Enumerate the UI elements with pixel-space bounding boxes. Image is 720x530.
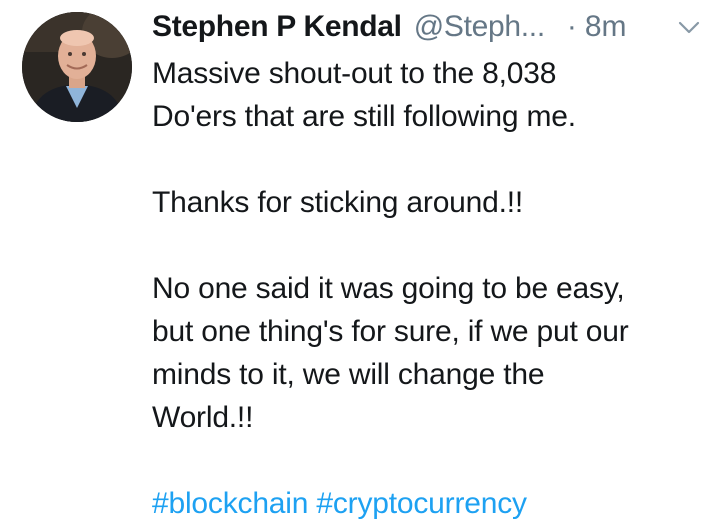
hashtag-link[interactable]: #cryptocurrency (316, 487, 527, 520)
chevron-down-icon[interactable] (677, 18, 701, 38)
author-handle[interactable]: @Steph... (414, 4, 545, 50)
author-name[interactable]: Stephen P Kendal (152, 4, 402, 50)
hashtag-list: #blockchain #cryptocurrency (152, 482, 712, 525)
tweet-paragraph: Massive shout-out to the 8,038 Do'ers th… (152, 57, 576, 133)
tweet-timestamp[interactable]: 8m (585, 4, 627, 50)
author-avatar[interactable] (22, 12, 132, 122)
tweet-content: Stephen P Kendal @Steph... · 8m Massive … (152, 4, 712, 525)
tweet-paragraph: Thanks for sticking around.!! (152, 186, 524, 219)
separator-dot: · (566, 10, 577, 43)
tweet-header: Stephen P Kendal @Steph... · 8m (152, 4, 712, 50)
avatar-photo-icon (22, 12, 132, 122)
tweet-paragraph: No one said it was going to be easy, but… (152, 272, 629, 434)
hashtag-link[interactable]: #blockchain (152, 487, 308, 520)
tweet-card[interactable]: Stephen P Kendal @Steph... · 8m Massive … (0, 0, 720, 530)
tweet-body: Massive shout-out to the 8,038 Do'ers th… (152, 52, 712, 525)
